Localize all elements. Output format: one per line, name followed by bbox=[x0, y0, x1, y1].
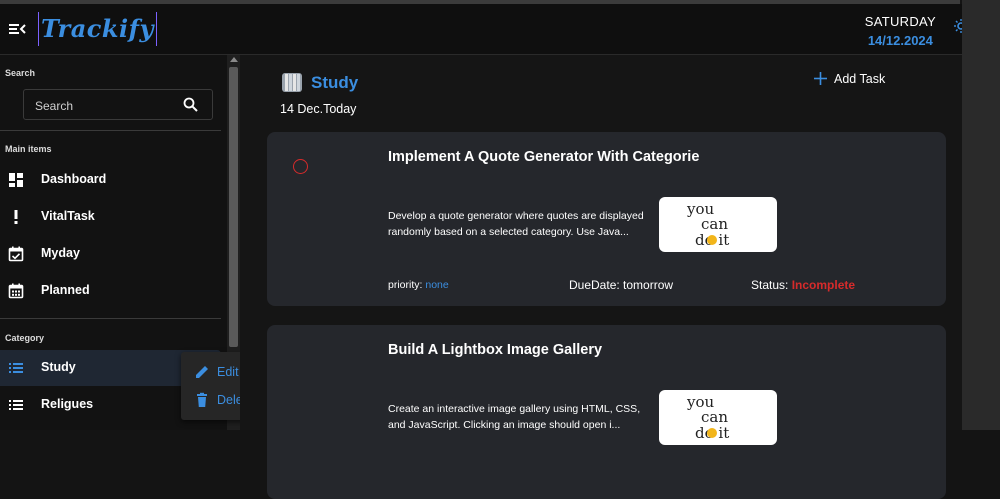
trash-icon bbox=[197, 392, 207, 407]
calendar-check-icon bbox=[8, 246, 24, 262]
header-date: SATURDAY 14/12.2024 bbox=[865, 14, 936, 48]
sidebar-divider bbox=[0, 130, 221, 131]
sidebar-item-label: Planned bbox=[41, 283, 90, 297]
status-value: Incomplete bbox=[791, 278, 856, 292]
sidebar-item-label: Myday bbox=[41, 246, 80, 260]
edit-label: Edit bbox=[217, 365, 239, 379]
window-edge bbox=[962, 0, 1000, 430]
priority-label: priority: bbox=[388, 279, 423, 291]
sidebar-item-vitaltask[interactable]: VitalTask bbox=[0, 199, 221, 235]
app-logo[interactable]: Trackify bbox=[38, 12, 157, 46]
sidebar-item-planned[interactable]: Planned bbox=[0, 273, 221, 309]
you-can-do-it-image: you can do it bbox=[686, 200, 729, 249]
sidebar-item-label: Study bbox=[41, 360, 76, 374]
task-due-date: DueDate: tomorrow bbox=[569, 278, 674, 292]
page-title: Study bbox=[311, 73, 359, 92]
task-title: Build A Lightbox Image Gallery bbox=[388, 342, 603, 358]
sidebar-divider bbox=[0, 318, 221, 319]
page-subtitle-date: 14 Dec.Today bbox=[280, 102, 357, 116]
dashboard-icon bbox=[9, 173, 23, 187]
menu-collapse-icon[interactable] bbox=[8, 20, 26, 38]
task-status: Status: Incomplete bbox=[751, 278, 855, 292]
task-image: you can do it bbox=[659, 197, 777, 252]
header-day: SATURDAY bbox=[864, 14, 936, 29]
calendar-grid-icon bbox=[8, 283, 24, 299]
task-description: Create an interactive image gallery usin… bbox=[388, 403, 641, 431]
sidebar-item-dashboard[interactable]: Dashboard bbox=[0, 162, 221, 198]
main-content: Study 14 Dec.Today Add Task Implement A … bbox=[240, 55, 962, 499]
main-items-label: Main items bbox=[5, 144, 52, 154]
list-icon bbox=[9, 400, 23, 410]
list-icon bbox=[9, 363, 23, 373]
search-box[interactable] bbox=[23, 89, 213, 121]
task-image: you can do it bbox=[659, 390, 777, 445]
sidebar-item-label: Dashboard bbox=[41, 172, 107, 186]
exclamation-icon bbox=[14, 210, 18, 224]
status-label: Status: bbox=[751, 278, 789, 292]
sidebar-item-label: Religues bbox=[41, 397, 94, 411]
search-icon[interactable] bbox=[183, 97, 198, 112]
task-title: Implement A Quote Generator With Categor… bbox=[388, 149, 700, 165]
task-description: Develop a quote generator where quotes a… bbox=[388, 210, 644, 238]
add-task-label: Add Task bbox=[834, 72, 886, 86]
you-can-do-it-image: you can do it bbox=[686, 393, 729, 442]
task-priority: priority: none bbox=[388, 279, 449, 291]
app-header: Trackify SATURDAY 14/12.2024 bbox=[0, 4, 962, 55]
scroll-up-arrow-icon[interactable] bbox=[230, 57, 238, 62]
sidebar-item-label: VitalTask bbox=[41, 209, 95, 223]
scroll-thumb[interactable] bbox=[229, 67, 238, 347]
task-card[interactable]: Build A Lightbox Image Gallery Create an… bbox=[267, 325, 946, 499]
category-label: Category bbox=[5, 333, 45, 343]
task-card[interactable]: Implement A Quote Generator With Categor… bbox=[267, 132, 946, 306]
task-status-circle-icon[interactable] bbox=[293, 159, 308, 174]
search-section-label: Search bbox=[5, 68, 36, 78]
search-input[interactable] bbox=[33, 90, 177, 121]
pencil-icon bbox=[196, 366, 208, 378]
header-date-value: 14/12.2024 bbox=[867, 33, 933, 48]
plus-icon bbox=[814, 72, 827, 85]
study-category-icon bbox=[282, 73, 302, 92]
priority-value: none bbox=[425, 279, 449, 291]
sidebar-item-myday[interactable]: Myday bbox=[0, 236, 221, 272]
